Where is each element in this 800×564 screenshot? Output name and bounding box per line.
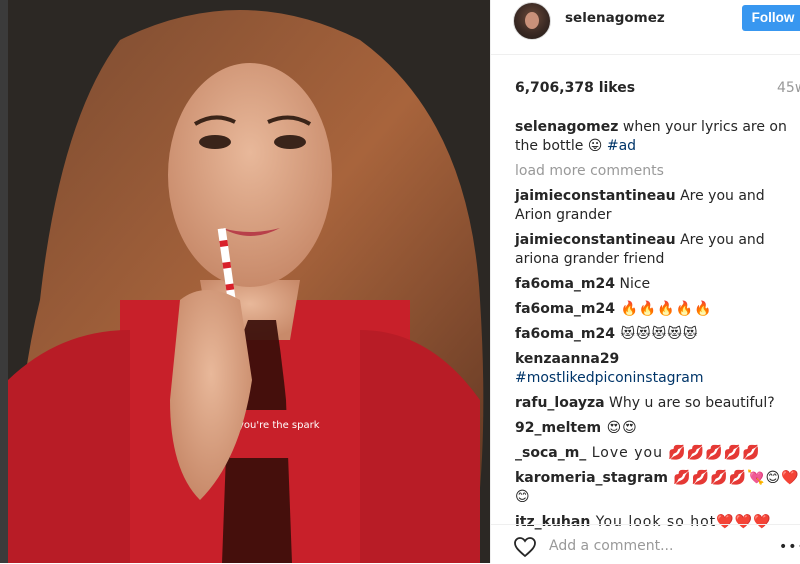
avatar[interactable] <box>513 2 551 40</box>
comment-username[interactable]: fa6oma_m24 <box>515 276 615 292</box>
comment-username[interactable]: jaimieconstantineau <box>515 232 676 248</box>
comment-item: fa6oma_m24 Nice <box>515 275 800 294</box>
caption-hashtag[interactable]: #ad <box>607 138 636 154</box>
comment-hashtag[interactable]: #mostlikedpiconinstagram <box>515 370 704 386</box>
comment-username[interactable]: _soca_m_ <box>515 445 586 461</box>
load-more-comments-link[interactable]: load more comments <box>515 162 800 181</box>
post-age[interactable]: 45w <box>777 80 800 96</box>
comment-text: 😍😍 <box>601 420 638 436</box>
comment-item: 92_meltem 😍😍 <box>515 419 800 438</box>
post-sidebar: selenagomez Follow 6,706,378 likes 45w s… <box>490 0 800 563</box>
add-comment-input[interactable]: Add a comment... <box>549 538 673 554</box>
comment-text: 😻😻😻😻😻 <box>615 326 699 342</box>
post-header: selenagomez Follow <box>491 0 800 55</box>
comment-item: rafu_loayza Why u are so beautiful? <box>515 394 800 413</box>
heart-icon[interactable] <box>513 535 537 559</box>
comment-item: kenzaanna29 #mostlikedpiconinstagram <box>515 350 800 388</box>
comment-list: selenagomez when your lyrics are on the … <box>515 118 800 538</box>
comment-text: Love you 💋💋💋💋💋 <box>586 445 761 461</box>
comment-item: jaimieconstantineau Are you and Arion gr… <box>515 187 800 225</box>
caption: selenagomez when your lyrics are on the … <box>515 118 800 156</box>
likes-count[interactable]: 6,706,378 likes <box>515 80 635 96</box>
comment-item: fa6oma_m24 😻😻😻😻😻 <box>515 325 800 344</box>
comment-footer: Add a comment... ••• <box>491 524 800 564</box>
comment-text: 🔥🔥🔥🔥🔥 <box>615 301 713 317</box>
comment-item: jaimieconstantineau Are you and ariona g… <box>515 231 800 269</box>
comment-username[interactable]: karomeria_stagram <box>515 470 668 486</box>
comment-username[interactable]: fa6oma_m24 <box>515 326 615 342</box>
comment-item: _soca_m_ Love you 💋💋💋💋💋 <box>515 444 800 463</box>
comment-username[interactable]: fa6oma_m24 <box>515 301 615 317</box>
follow-button[interactable]: Follow <box>742 5 800 31</box>
comment-username[interactable]: 92_meltem <box>515 420 601 436</box>
bottle-label: you're the spark <box>238 420 320 431</box>
more-options-icon[interactable]: ••• <box>779 539 800 555</box>
comment-username[interactable]: jaimieconstantineau <box>515 188 676 204</box>
comment-text: Nice <box>615 276 651 292</box>
photo-edge-strip <box>0 0 8 563</box>
post-photo[interactable]: you're the spark <box>0 0 490 563</box>
avatar-face <box>525 12 539 29</box>
comment-text: Why u are so beautiful? <box>604 395 775 411</box>
photo-illustration: you're the spark <box>8 0 490 563</box>
post-author-username[interactable]: selenagomez <box>565 10 665 26</box>
comment-item: fa6oma_m24 🔥🔥🔥🔥🔥 <box>515 300 800 319</box>
comment-username[interactable]: rafu_loayza <box>515 395 605 411</box>
comment-username[interactable]: kenzaanna29 <box>515 351 619 367</box>
comment-item: karomeria_stagram 💋💋💋💋💘😊❤️😊 <box>515 469 800 507</box>
caption-username[interactable]: selenagomez <box>515 119 618 135</box>
